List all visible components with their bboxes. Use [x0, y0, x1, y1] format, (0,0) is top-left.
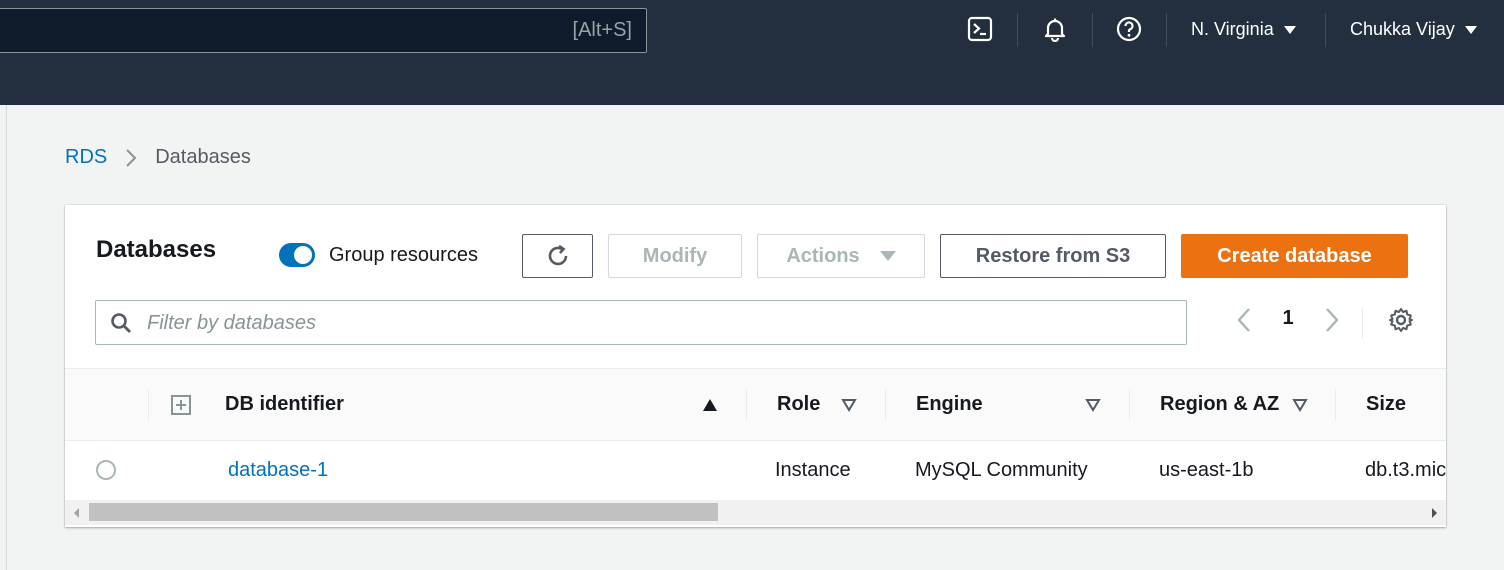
chevron-right-icon [1326, 308, 1339, 332]
page-number-button[interactable]: 1 [1277, 307, 1299, 330]
cell-region-az: us-east-1b [1159, 459, 1254, 481]
account-name: Chukka Vijay [1350, 19, 1455, 39]
table-header: DB identifier Role Engine Region & AZ Si… [65, 368, 1446, 441]
cell-role: Instance [775, 459, 851, 481]
next-page-button[interactable] [1321, 307, 1343, 333]
column-header-engine[interactable]: Engine [916, 393, 983, 416]
table-preferences-button[interactable] [1387, 307, 1415, 333]
col-separator [1335, 389, 1336, 421]
col-separator [148, 389, 149, 421]
breadcrumb-current: Databases [155, 146, 251, 168]
bell-icon[interactable] [1040, 14, 1070, 44]
account-menu[interactable]: Chukka Vijay [1350, 19, 1477, 40]
horizontal-scrollbar[interactable] [65, 500, 1446, 525]
pager-separator [1362, 307, 1363, 339]
scroll-right-arrow-icon[interactable] [1432, 508, 1437, 518]
nav-separator [1166, 13, 1167, 47]
filter-placeholder: Filter by databases [147, 312, 316, 334]
restore-label: Restore from S3 [975, 244, 1131, 267]
create-label: Create database [1217, 244, 1372, 267]
previous-page-button[interactable] [1233, 307, 1255, 333]
caret-down-icon [1283, 25, 1296, 34]
column-header-role[interactable]: Role [777, 393, 820, 416]
region-selector[interactable]: N. Virginia [1191, 19, 1296, 40]
create-database-button[interactable]: Create database [1181, 234, 1408, 278]
col-separator [1129, 389, 1130, 421]
col-separator [885, 389, 886, 421]
panel-title: Databases [96, 236, 217, 263]
group-resources-label: Group resources [329, 243, 478, 266]
search-shortcut-hint: [Alt+S] [572, 19, 632, 41]
breadcrumb: RDS Databases [65, 146, 251, 169]
cell-size: db.t3.micro [1365, 459, 1446, 481]
sort-icon[interactable] [1085, 398, 1101, 417]
gear-icon [1389, 308, 1413, 332]
region-label: N. Virginia [1191, 19, 1274, 39]
nav-separator [1017, 13, 1018, 47]
nav-separator [1092, 13, 1093, 47]
search-icon [110, 312, 132, 339]
top-navigation-bar: [Alt+S] N. Virginia Chukka Vijay [0, 0, 1504, 105]
toggle-switch[interactable] [279, 243, 315, 267]
group-resources-toggle[interactable]: Group resources [279, 243, 478, 267]
side-navigation-rail [0, 105, 7, 570]
breadcrumb-rds-link[interactable]: RDS [65, 146, 107, 169]
table-row[interactable]: database-1 Instance MySQL Community us-e… [65, 441, 1446, 500]
restore-from-s3-button[interactable]: Restore from S3 [940, 234, 1166, 278]
caret-down-icon [1464, 25, 1477, 34]
chevron-left-icon [1237, 308, 1250, 332]
modify-label: Modify [642, 244, 708, 267]
modify-button[interactable]: Modify [608, 234, 742, 278]
chevron-right-icon [125, 148, 137, 168]
cell-engine: MySQL Community [915, 459, 1088, 481]
column-header-db-identifier[interactable]: DB identifier [225, 393, 344, 416]
column-header-size[interactable]: Size [1366, 393, 1406, 416]
db-identifier-link[interactable]: database-1 [228, 459, 328, 482]
expand-all-icon[interactable] [171, 395, 191, 420]
scroll-left-arrow-icon[interactable] [74, 508, 79, 518]
actions-label: Actions [786, 244, 860, 267]
refresh-button[interactable] [522, 234, 593, 278]
scrollbar-thumb[interactable] [89, 503, 718, 521]
actions-dropdown[interactable]: Actions [757, 234, 925, 278]
cloudshell-icon[interactable] [965, 14, 995, 44]
nav-separator [1325, 13, 1326, 47]
col-separator [746, 389, 747, 421]
sort-icon[interactable] [1292, 398, 1308, 417]
row-select-radio[interactable] [96, 460, 116, 480]
filter-databases-input[interactable]: Filter by databases [95, 300, 1187, 345]
caret-down-icon [879, 251, 896, 261]
page-number: 1 [1282, 307, 1294, 329]
databases-panel: Databases Group resources Modify Actions… [65, 205, 1446, 527]
sort-icon[interactable] [841, 398, 857, 417]
refresh-icon [548, 244, 567, 266]
column-header-region-az[interactable]: Region & AZ [1160, 393, 1279, 416]
help-icon[interactable] [1114, 14, 1144, 44]
search-input[interactable]: [Alt+S] [0, 8, 647, 53]
sort-ascending-icon[interactable] [702, 398, 718, 417]
